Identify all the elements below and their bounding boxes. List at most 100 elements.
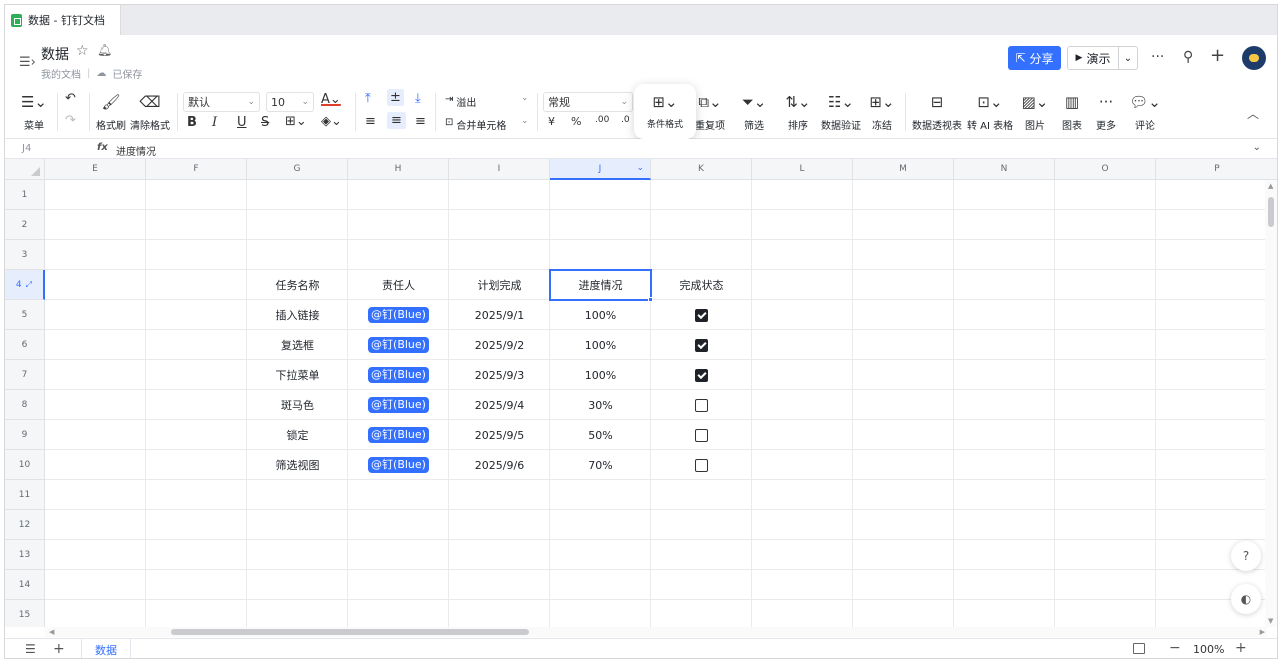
row-header[interactable]: 9 bbox=[5, 420, 45, 450]
status-cell[interactable] bbox=[651, 300, 752, 330]
row-header[interactable]: 11 bbox=[5, 480, 45, 510]
filter-button[interactable]: ⏷⌄ 筛选 bbox=[737, 93, 771, 132]
checkbox-unchecked[interactable] bbox=[695, 428, 708, 442]
zoom-level[interactable]: 100% bbox=[1193, 643, 1224, 656]
row-header[interactable]: 13 bbox=[5, 540, 45, 570]
task-cell[interactable]: 复选框 bbox=[247, 330, 348, 360]
align-middle-icon[interactable]: ± bbox=[387, 89, 404, 106]
owner-cell[interactable]: @钉(Blue) bbox=[348, 360, 449, 390]
scroll-up-icon[interactable]: ▲ bbox=[1268, 182, 1273, 190]
task-cell[interactable]: 下拉菜单 bbox=[247, 360, 348, 390]
column-header[interactable]: O bbox=[1055, 159, 1156, 180]
task-cell[interactable]: 筛选视图 bbox=[247, 450, 348, 480]
row-header[interactable]: 2 bbox=[5, 210, 45, 240]
chevron-down-icon[interactable]: ⌄ bbox=[1253, 142, 1261, 153]
column-header[interactable]: K bbox=[651, 159, 752, 180]
task-cell[interactable]: 插入链接 bbox=[247, 300, 348, 330]
date-cell[interactable]: 2025/9/1 bbox=[449, 300, 550, 330]
formula-input[interactable]: 进度情况 bbox=[116, 143, 156, 158]
chevron-up-icon[interactable]: ︿ bbox=[1247, 105, 1259, 122]
redo-icon[interactable]: ↷ bbox=[65, 113, 76, 128]
mention-chip[interactable]: @钉(Blue) bbox=[368, 427, 429, 443]
more-icon[interactable]: ··· bbox=[1151, 49, 1164, 65]
currency-button[interactable]: ¥ bbox=[548, 115, 555, 128]
to-ai-table-button[interactable]: ⊡⌄ 转 AI 表格 bbox=[967, 93, 1013, 132]
sheet-list-icon[interactable]: ☰ bbox=[25, 642, 36, 656]
mention-chip[interactable]: @钉(Blue) bbox=[368, 307, 429, 323]
chevron-down-icon[interactable]: ⌄ bbox=[1119, 53, 1137, 64]
table-header-cell[interactable]: 任务名称 bbox=[247, 270, 348, 300]
column-header[interactable]: G bbox=[247, 159, 348, 180]
search-icon[interactable]: ⚲ bbox=[1183, 49, 1193, 65]
mention-chip[interactable]: @钉(Blue) bbox=[368, 337, 429, 353]
document-tab[interactable]: 数据 - 钉钉文档 bbox=[5, 5, 121, 35]
checkbox-checked[interactable] bbox=[695, 368, 708, 382]
owner-cell[interactable]: @钉(Blue) bbox=[348, 390, 449, 420]
checkbox-checked[interactable] bbox=[695, 338, 708, 352]
column-header[interactable]: E bbox=[45, 159, 146, 180]
table-header-cell[interactable]: 完成状态 bbox=[651, 270, 752, 300]
select-all-corner[interactable] bbox=[5, 159, 45, 180]
breadcrumb-folder[interactable]: 我的文档 bbox=[41, 66, 81, 81]
add-icon[interactable]: + bbox=[1210, 45, 1225, 66]
sidebar-toggle-icon[interactable]: ☰› bbox=[19, 55, 36, 70]
mention-chip[interactable]: @钉(Blue) bbox=[368, 397, 429, 413]
scroll-left-icon[interactable]: ◀ bbox=[49, 628, 54, 636]
align-left-icon[interactable]: ≡ bbox=[365, 114, 376, 129]
horizontal-scroll-thumb[interactable] bbox=[171, 629, 529, 635]
row-header[interactable]: 5 bbox=[5, 300, 45, 330]
status-cell[interactable] bbox=[651, 360, 752, 390]
vertical-scroll-thumb[interactable] bbox=[1268, 197, 1274, 227]
font-size-select[interactable]: 10 ⌄ bbox=[266, 92, 314, 112]
checkbox-checked[interactable] bbox=[695, 308, 708, 322]
avatar[interactable] bbox=[1242, 46, 1266, 70]
cell-reference[interactable]: J4 bbox=[22, 143, 31, 154]
row-header[interactable]: 10 bbox=[5, 450, 45, 480]
row-header[interactable]: 15 bbox=[5, 600, 45, 627]
row-header[interactable]: 14 bbox=[5, 570, 45, 600]
owner-cell[interactable]: @钉(Blue) bbox=[348, 300, 449, 330]
number-format-select[interactable]: 常规 ⌄ bbox=[543, 92, 633, 112]
percent-button[interactable]: % bbox=[571, 115, 581, 128]
format-painter-button[interactable]: 🖌︎ 格式刷 bbox=[93, 93, 129, 132]
owner-cell[interactable]: @钉(Blue) bbox=[348, 330, 449, 360]
chart-button[interactable]: ▥ 图表 bbox=[1059, 93, 1085, 132]
sort-button[interactable]: ⇅⌄ 排序 bbox=[781, 93, 815, 132]
progress-cell[interactable]: 100% bbox=[550, 330, 651, 360]
bell-icon[interactable]: 🔔︎ bbox=[97, 43, 112, 57]
menu-button[interactable]: ☰⌄ 菜单 bbox=[19, 93, 49, 132]
task-cell[interactable]: 斑马色 bbox=[247, 390, 348, 420]
column-header[interactable]: N bbox=[954, 159, 1055, 180]
owner-cell[interactable]: @钉(Blue) bbox=[348, 450, 449, 480]
align-bottom-icon[interactable]: ⤓ bbox=[415, 91, 421, 106]
status-cell[interactable] bbox=[651, 420, 752, 450]
column-header[interactable]: I bbox=[449, 159, 550, 180]
row-header[interactable]: 3 bbox=[5, 240, 45, 270]
help-button[interactable]: ? bbox=[1231, 541, 1261, 571]
duplicates-button[interactable]: ⧉⌄ 重复项 bbox=[693, 93, 727, 132]
view-mode-icon[interactable] bbox=[1133, 643, 1145, 654]
chevron-down-icon[interactable]: ⌄ bbox=[521, 93, 529, 103]
data-validation-button[interactable]: ☷⌄ 数据验证 bbox=[819, 93, 863, 132]
merge-cells-button[interactable]: ⊡ 合并单元格 bbox=[445, 117, 506, 132]
column-header[interactable]: H bbox=[348, 159, 449, 180]
mention-chip[interactable]: @钉(Blue) bbox=[368, 367, 429, 383]
status-cell[interactable] bbox=[651, 450, 752, 480]
bold-icon[interactable]: B bbox=[187, 115, 197, 130]
status-cell[interactable] bbox=[651, 390, 752, 420]
star-icon[interactable]: ☆ bbox=[76, 43, 89, 59]
underline-icon[interactable]: U bbox=[237, 115, 247, 130]
strikethrough-icon[interactable]: S bbox=[261, 115, 269, 130]
date-cell[interactable]: 2025/9/5 bbox=[449, 420, 550, 450]
decimal-increase-button[interactable]: .00 bbox=[595, 115, 609, 125]
checkbox-unchecked[interactable] bbox=[695, 458, 708, 472]
row-header[interactable]: 8 bbox=[5, 390, 45, 420]
fill-color-icon[interactable]: ◈⌄ bbox=[321, 114, 342, 129]
more-button[interactable]: ··· 更多 bbox=[1093, 93, 1119, 132]
date-cell[interactable]: 2025/9/3 bbox=[449, 360, 550, 390]
row-header[interactable]: 6 bbox=[5, 330, 45, 360]
zoom-in-icon[interactable]: + bbox=[1235, 640, 1247, 656]
chevron-down-icon[interactable]: ⌄ bbox=[636, 163, 644, 173]
spreadsheet-grid[interactable]: E F G H I J ⌄ K L M N O P 1 2 3 4 ⤢ 5 6 … bbox=[5, 159, 1277, 627]
row-header[interactable]: 7 bbox=[5, 360, 45, 390]
